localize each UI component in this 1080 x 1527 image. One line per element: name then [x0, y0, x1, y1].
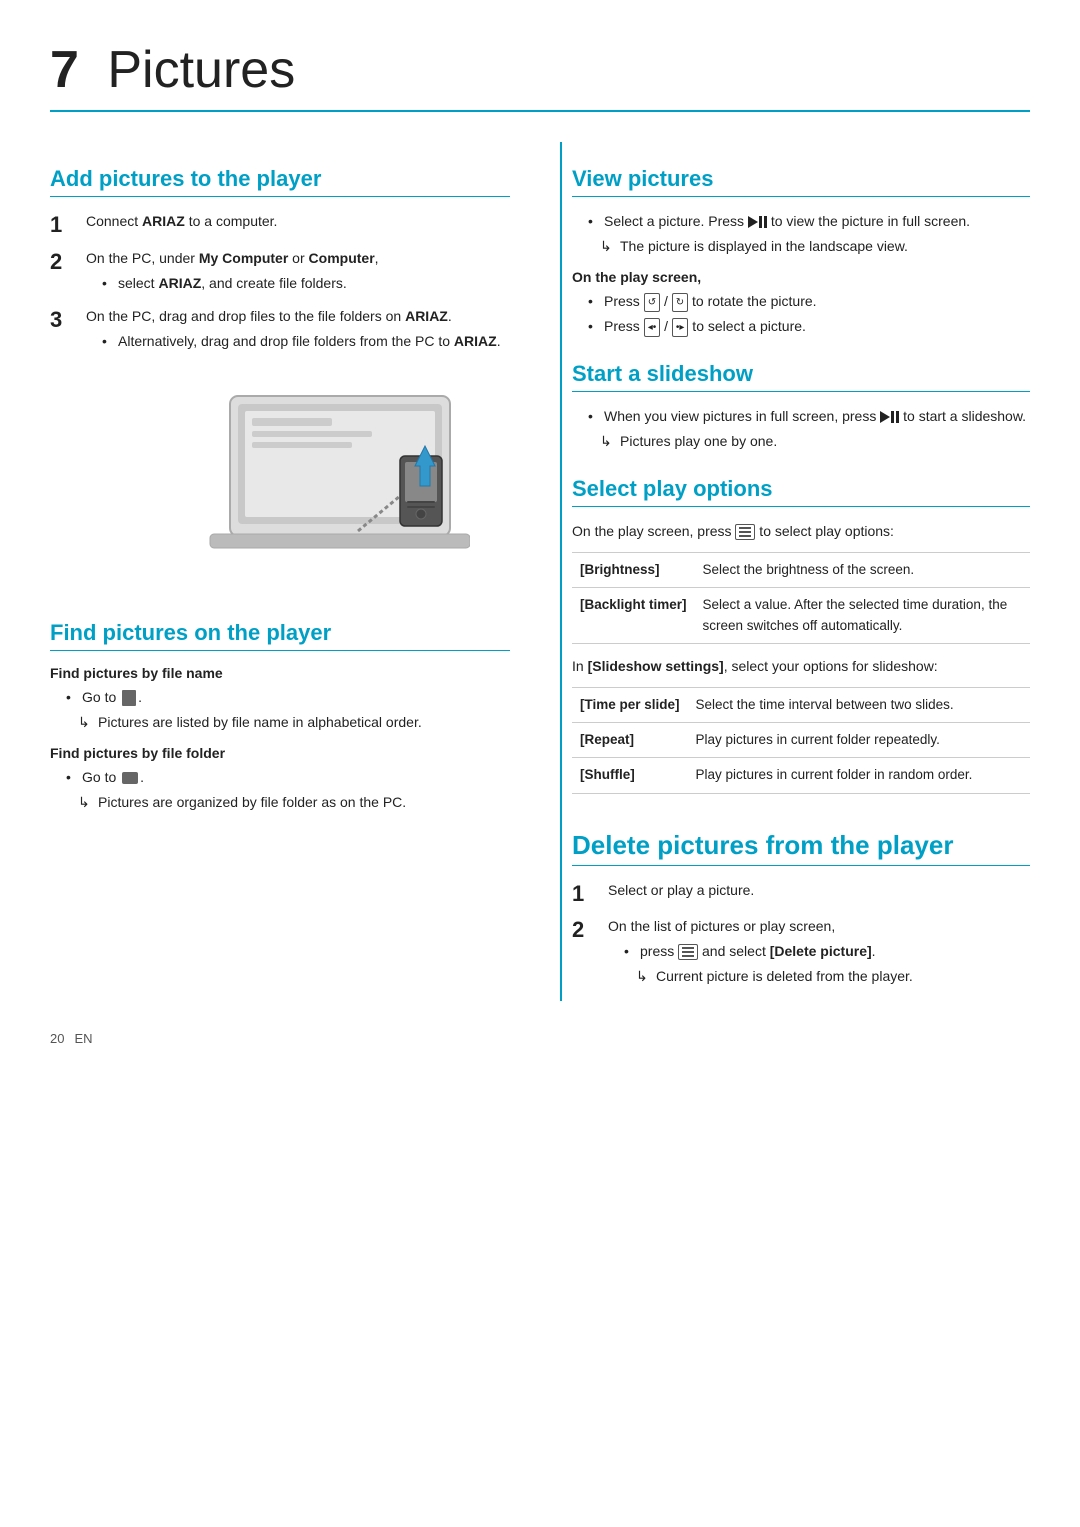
- play-options-intro: On the play screen, press to select play…: [572, 521, 1030, 542]
- select-left-icon: ◂•: [644, 318, 661, 337]
- view-arrow-1: The picture is displayed in the landscap…: [600, 236, 1030, 257]
- page-footer: 20 EN: [50, 1031, 1030, 1046]
- find-filename-bullet-1: Go to .: [66, 687, 510, 708]
- menu-icon-2: [678, 944, 698, 960]
- delete-bullet-1: press and select [Delete picture].: [624, 941, 1030, 962]
- delete-step-1: 1 Select or play a picture.: [572, 880, 1030, 909]
- play-options-section-heading: Select play options: [572, 476, 1030, 507]
- ss-key-time: [Time per slide]: [572, 687, 688, 722]
- find-by-filename-bullets: Go to .: [66, 687, 510, 708]
- delete-steps-list: 1 Select or play a picture. 2 On the lis…: [572, 880, 1030, 992]
- my-computer-bold: My Computer: [199, 250, 288, 266]
- add-step-2-bullets: select ARIAZ, and create file folders.: [102, 273, 510, 294]
- delete-arrow-1: Current picture is deleted from the play…: [636, 966, 1030, 987]
- device-illustration-container: [50, 376, 510, 596]
- add-section-heading: Add pictures to the player: [50, 166, 510, 197]
- play-screen-bullet-2: Press ◂• / •▸ to select a picture.: [588, 316, 1030, 337]
- view-bullet-1: Select a picture. Press to view the pict…: [588, 211, 1030, 232]
- left-column: Add pictures to the player 1 Connect ARI…: [50, 142, 520, 1001]
- device-illustration: [90, 376, 470, 596]
- ss-row-time: [Time per slide] Select the time interva…: [572, 687, 1030, 722]
- ss-row-shuffle: [Shuffle] Play pictures in current folde…: [572, 758, 1030, 793]
- computer-bold: Computer: [309, 250, 375, 266]
- file-icon: [122, 690, 136, 706]
- rotate-right-icon: ↻: [672, 293, 688, 312]
- options-val-brightness: Select the brightness of the screen.: [695, 553, 1030, 588]
- slideshow-bullets: When you view pictures in full screen, p…: [588, 406, 1030, 427]
- footer-language: EN: [74, 1031, 92, 1046]
- slideshow-section-heading: Start a slideshow: [572, 361, 1030, 392]
- find-by-filename-arrows: Pictures are listed by file name in alph…: [78, 712, 510, 733]
- options-key-brightness: [Brightness]: [572, 553, 695, 588]
- find-filefolder-bullet-1: Go to .: [66, 767, 510, 788]
- slideshow-options-table: [Time per slide] Select the time interva…: [572, 687, 1030, 794]
- ss-key-shuffle: [Shuffle]: [572, 758, 688, 793]
- on-play-screen-heading: On the play screen,: [572, 269, 1030, 285]
- options-val-backlight: Select a value. After the selected time …: [695, 588, 1030, 644]
- add-step-3-bullets: Alternatively, drag and drop file folder…: [102, 331, 510, 352]
- select-right-icon: •▸: [672, 318, 689, 337]
- folder-icon: [122, 772, 138, 784]
- delete-step-2: 2 On the list of pictures or play screen…: [572, 916, 1030, 991]
- find-by-filefolder-heading: Find pictures by file folder: [50, 745, 510, 761]
- playpause-icon: [748, 216, 767, 228]
- slideshow-settings-intro: In [Slideshow settings], select your opt…: [572, 656, 1030, 677]
- slideshow-arrow-1: Pictures play one by one.: [600, 431, 1030, 452]
- ss-key-repeat: [Repeat]: [572, 723, 688, 758]
- view-main-arrows: The picture is displayed in the landscap…: [600, 236, 1030, 257]
- find-section-heading: Find pictures on the player: [50, 620, 510, 651]
- play-options-table: [Brightness] Select the brightness of th…: [572, 552, 1030, 644]
- ss-row-repeat: [Repeat] Play pictures in current folder…: [572, 723, 1030, 758]
- ss-val-shuffle: Play pictures in current folder in rando…: [688, 758, 1030, 793]
- slideshow-arrows: Pictures play one by one.: [600, 431, 1030, 452]
- ariaz-bold-1: ARIAZ: [142, 213, 185, 229]
- find-by-filefolder-bullets: Go to .: [66, 767, 510, 788]
- options-row-brightness: [Brightness] Select the brightness of th…: [572, 553, 1030, 588]
- right-column: View pictures Select a picture. Press to…: [560, 142, 1030, 1001]
- find-filename-arrow-1: Pictures are listed by file name in alph…: [78, 712, 510, 733]
- delete-section-heading: Delete pictures from the player: [572, 830, 1030, 866]
- add-step-3: 3 On the PC, drag and drop files to the …: [50, 306, 510, 356]
- add-steps-list: 1 Connect ARIAZ to a computer. 2 On the …: [50, 211, 510, 356]
- options-row-backlight: [Backlight timer] Select a value. After …: [572, 588, 1030, 644]
- menu-icon-1: [735, 524, 755, 540]
- bullet-alternatively: Alternatively, drag and drop file folder…: [102, 331, 510, 352]
- footer-page-number: 20: [50, 1031, 64, 1046]
- view-section-heading: View pictures: [572, 166, 1030, 197]
- bullet-select-ariaz: select ARIAZ, and create file folders.: [102, 273, 510, 294]
- delete-step-2-arrows: Current picture is deleted from the play…: [636, 966, 1030, 987]
- ss-val-time: Select the time interval between two sli…: [688, 687, 1030, 722]
- view-main-bullets: Select a picture. Press to view the pict…: [588, 211, 1030, 232]
- ss-val-repeat: Play pictures in current folder repeated…: [688, 723, 1030, 758]
- find-filefolder-arrow-1: Pictures are organized by file folder as…: [78, 792, 510, 813]
- chapter-number: 7: [50, 41, 79, 99]
- play-screen-bullet-1: Press ↺ / ↻ to rotate the picture.: [588, 291, 1030, 312]
- chapter-heading: 7 Pictures: [50, 40, 1030, 112]
- playpause-icon-2: [880, 411, 899, 423]
- slideshow-bullet-1: When you view pictures in full screen, p…: [588, 406, 1030, 427]
- delete-step-2-bullets: press and select [Delete picture].: [624, 941, 1030, 962]
- play-screen-bullets: Press ↺ / ↻ to rotate the picture. Press…: [588, 291, 1030, 337]
- find-by-filefolder-arrows: Pictures are organized by file folder as…: [78, 792, 510, 813]
- rotate-left-icon: ↺: [644, 293, 660, 312]
- options-key-backlight: [Backlight timer]: [572, 588, 695, 644]
- find-by-filename-heading: Find pictures by file name: [50, 665, 510, 681]
- add-step-1: 1 Connect ARIAZ to a computer.: [50, 211, 510, 240]
- chapter-title: Pictures: [107, 41, 295, 99]
- add-step-2: 2 On the PC, under My Computer or Comput…: [50, 248, 510, 298]
